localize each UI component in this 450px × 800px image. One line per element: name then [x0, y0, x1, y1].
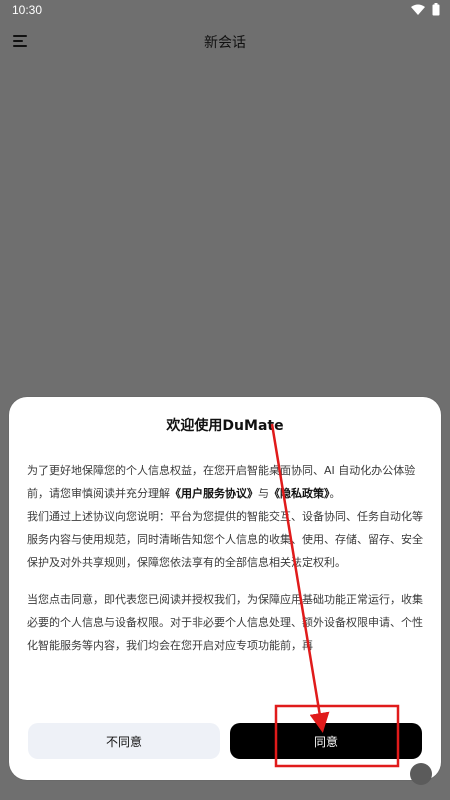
paragraph-2: 我们通过上述协议向您说明：平台为您提供的智能交互、设备协同、任务自动化等服务内容…	[27, 510, 423, 569]
dialog-body[interactable]: 为了更好地保障您的个人信息权益，在您开启智能桌面协同、AI 自动化办公体验前，请…	[27, 459, 423, 707]
agree-button[interactable]: 同意	[230, 723, 422, 759]
paragraph-1-end: 。	[329, 487, 341, 500]
paragraph-1-middle: 与	[258, 487, 269, 500]
user-agreement-link[interactable]: 《用户服务协议》	[170, 487, 258, 500]
wifi-icon	[410, 4, 426, 16]
status-icons	[410, 3, 440, 16]
status-time: 10:30	[12, 3, 43, 17]
dialog-title: 欢迎使用DuMate	[166, 418, 284, 434]
floating-button[interactable]	[410, 763, 432, 785]
status-bar: 10:30	[0, 0, 450, 24]
privacy-dialog: 欢迎使用DuMate 为了更好地保障您的个人信息权益，在您开启智能桌面协同、AI…	[9, 397, 441, 780]
page-title: 新会话	[204, 35, 246, 51]
disagree-button[interactable]: 不同意	[28, 723, 220, 759]
privacy-policy-link[interactable]: 《隐私政策》	[269, 487, 330, 500]
paragraph-3: 当您点击同意，即代表您已阅读并授权我们，为保障应用基础功能正常运行，收集必要的个…	[27, 593, 423, 652]
paragraph-1: 为了更好地保障您的个人信息权益，在您开启智能桌面协同、AI 自动化办公体验前，请…	[27, 459, 423, 505]
battery-icon	[432, 3, 440, 16]
top-bar: 新会话	[0, 24, 450, 58]
